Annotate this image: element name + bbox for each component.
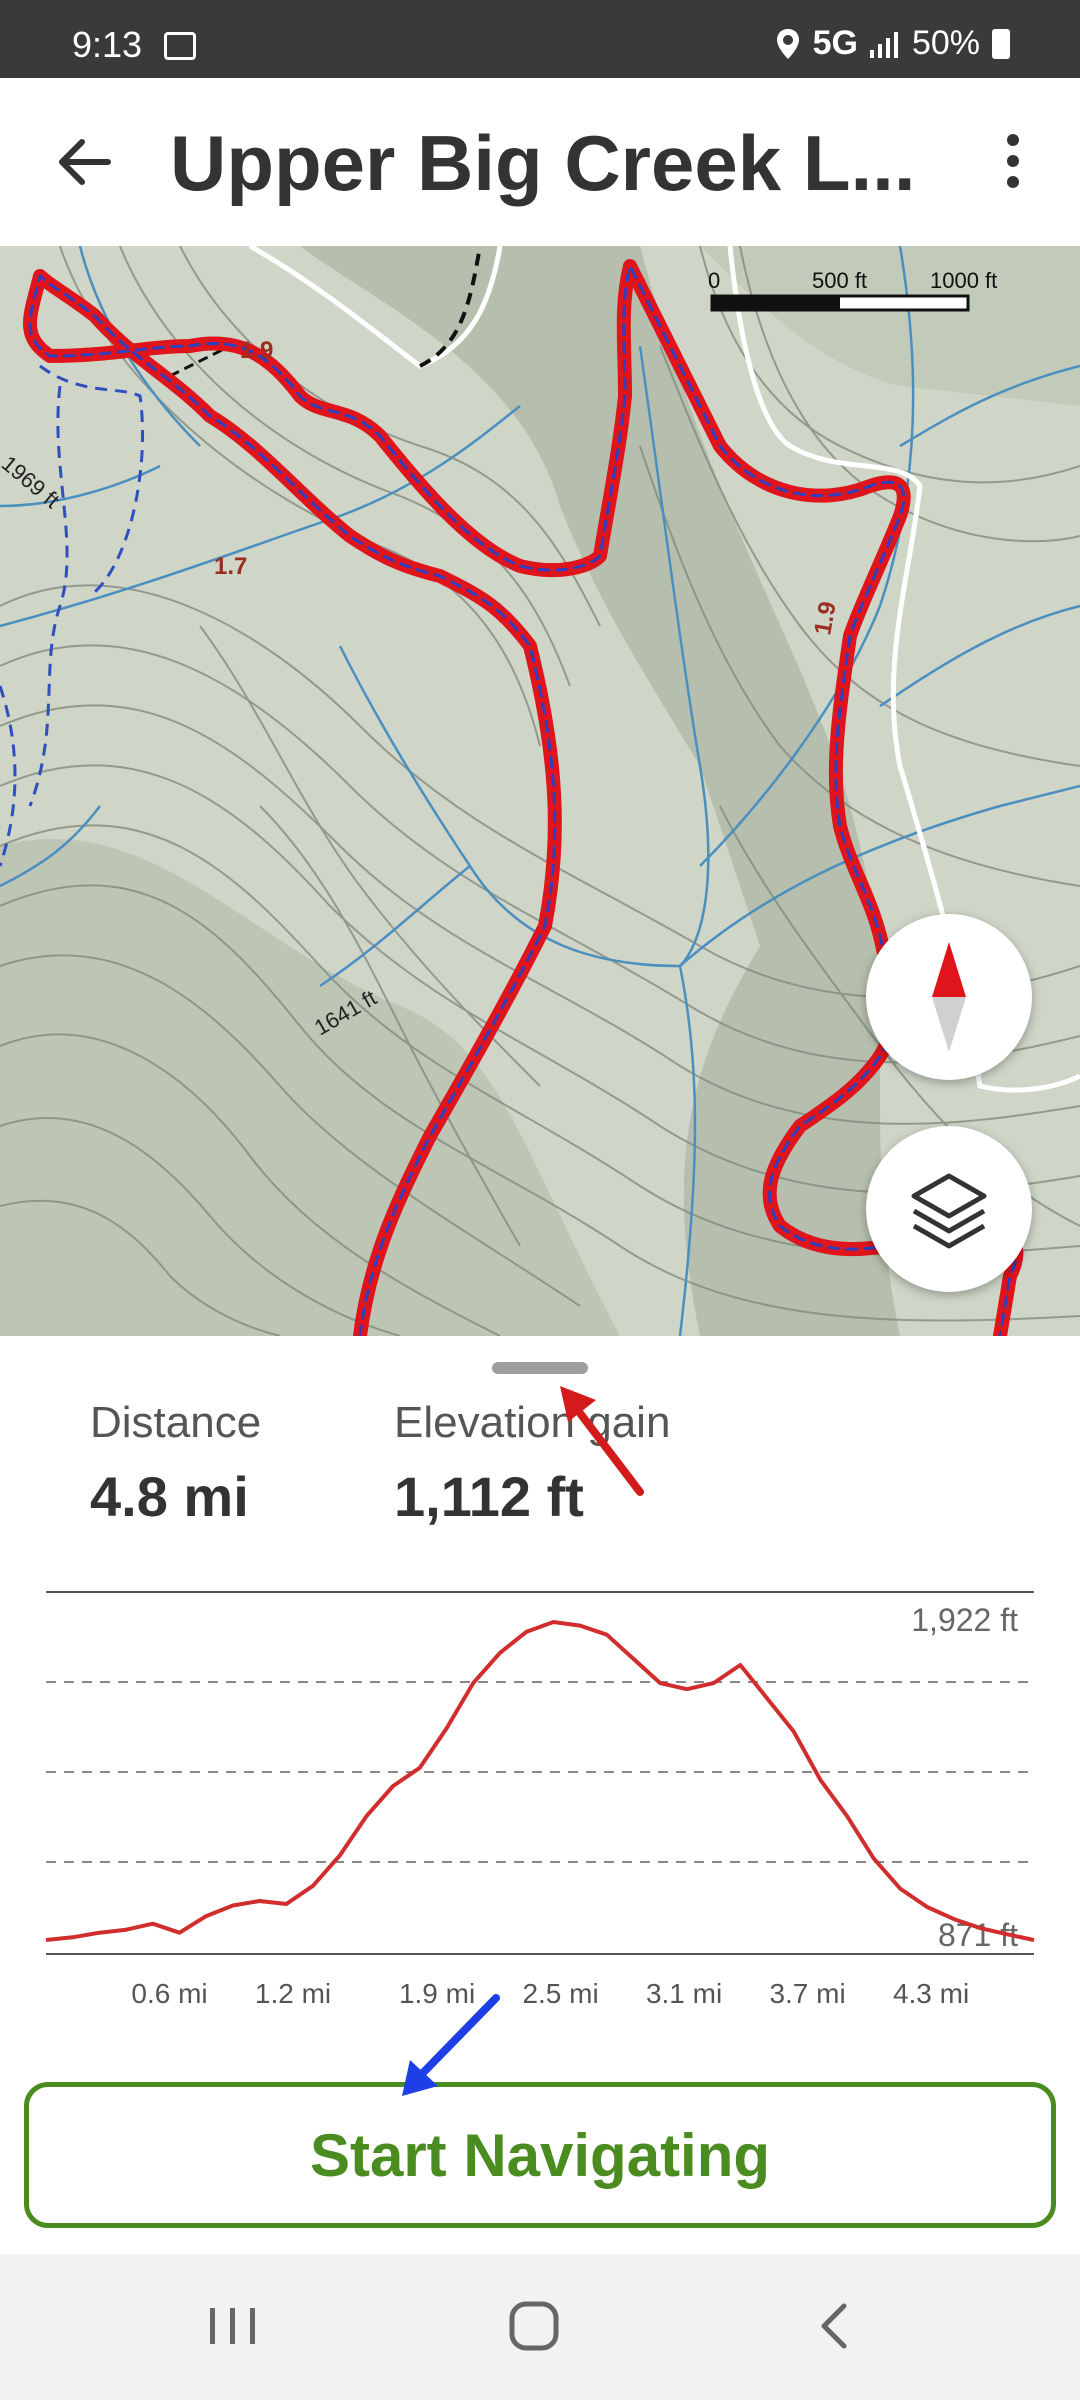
y-max-label: 1,922 ft: [911, 1602, 1018, 1638]
x-tick-label: 3.7 mi: [769, 1978, 846, 2009]
annotation-arrow-blue: [402, 1994, 500, 2096]
battery-level: 50%: [911, 24, 980, 62]
status-bar: 9:13 5G 50%: [0, 0, 1080, 78]
trail-map[interactable]: 0 500 ft 1000 ft 1969 ft 1641 ft 1.9 1.7…: [0, 246, 1080, 1336]
x-tick-label: 2.5 mi: [522, 1978, 599, 2009]
trail-marker-3: 1.9: [809, 599, 841, 637]
elevation-chart-svg: 1,922 ft 871 ft: [45, 1591, 1035, 1955]
home-icon[interactable]: [484, 2294, 584, 2358]
recent-apps-icon[interactable]: [184, 2294, 284, 2358]
signal-icon: [869, 31, 898, 58]
trail-marker-1: 1.9: [240, 337, 273, 364]
annotation-arrow-red: [560, 1386, 644, 1496]
x-tick-label: 4.3 mi: [892, 1978, 970, 2009]
x-tick-label: 1.2 mi: [254, 1978, 332, 2009]
page-title: Upper Big Creek L...: [170, 119, 916, 207]
compass-button[interactable]: [866, 914, 1032, 1080]
location-icon: [776, 28, 799, 59]
start-navigating-button[interactable]: Start Navigating: [24, 2082, 1056, 2228]
compass-icon: [932, 942, 966, 1052]
gallery-notification-icon: [164, 32, 196, 60]
action-bar: Start Navigating: [0, 2054, 1080, 2254]
distance-value: 4.8 mi: [90, 1465, 249, 1528]
status-icons: 5G 50%: [775, 24, 1010, 63]
back-nav-icon[interactable]: [786, 2294, 886, 2358]
trail-marker-2: 1.7: [214, 553, 247, 580]
arrow-left-icon[interactable]: [52, 130, 116, 194]
x-tick-label: 3.1 mi: [645, 1978, 723, 2009]
layers-icon: [911, 1173, 987, 1249]
app-bar: Upper Big Creek L...: [0, 78, 1080, 246]
distance-label: Distance: [90, 1398, 262, 1447]
elevation-series-line: [45, 1620, 1035, 1942]
x-tick-label: 0.6 mi: [131, 1978, 208, 2009]
scale-label-1000: 1000 ft: [930, 268, 997, 293]
battery-icon: [992, 28, 1010, 59]
elevation-chart: 1,922 ft 871 ft 0.6 mi 1.2 mi 1.9 mi 2.5 mi…: [40, 1588, 1040, 2009]
system-navigation-bar: [0, 2254, 1080, 2400]
scale-label-0: 0: [708, 268, 720, 293]
scale-label-500: 500 ft: [812, 268, 867, 293]
network-type: 5G: [812, 24, 858, 62]
more-vertical-icon[interactable]: [995, 134, 1031, 194]
layers-button[interactable]: [866, 1126, 1032, 1292]
status-time: 9:13: [72, 24, 143, 65]
